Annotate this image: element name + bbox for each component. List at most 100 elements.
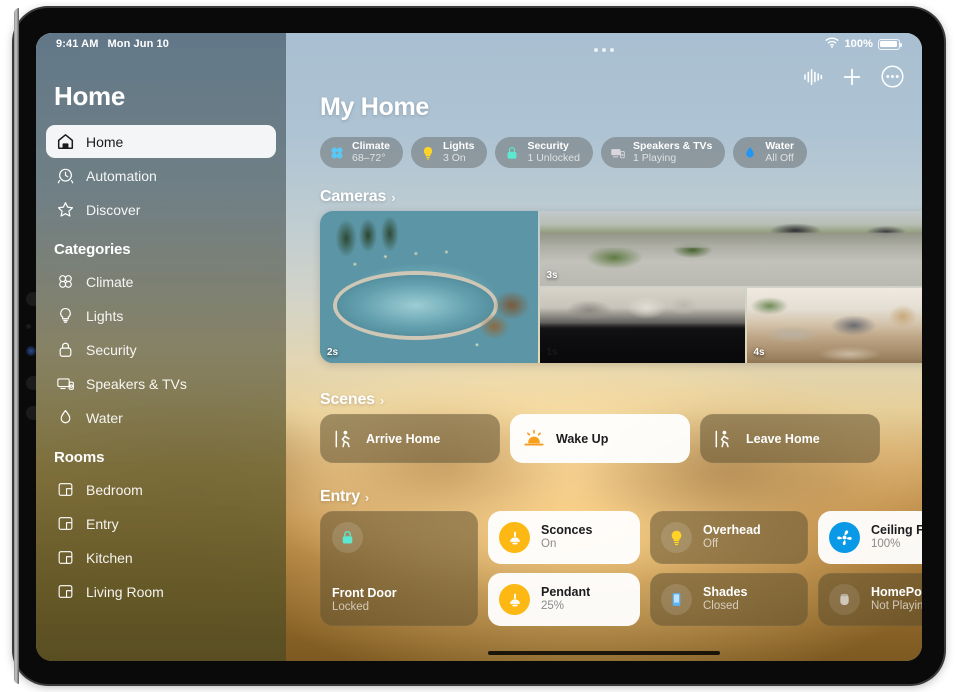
status-date: Mon Jun 10 [107, 38, 169, 50]
lock-icon [504, 145, 520, 161]
clock-badge-icon [55, 166, 75, 186]
sidebar-item-automation[interactable]: Automation [46, 159, 276, 192]
room-icon [55, 514, 75, 534]
room-section-header[interactable]: Entry › [320, 488, 369, 506]
scenes-row: Arrive Home Wake Up Leave Home [320, 414, 880, 463]
scene-leave-home[interactable]: Leave Home [700, 414, 880, 463]
accessory-tile-front-door[interactable]: Front Door Locked [320, 511, 478, 626]
figure-walk-arrive-icon [333, 428, 355, 450]
cameras-section-header[interactable]: Cameras › [320, 188, 396, 206]
status-pill-water[interactable]: Water All Off [733, 137, 808, 168]
scene-arrive-home[interactable]: Arrive Home [320, 414, 500, 463]
camera-timestamp: 3s [546, 270, 558, 282]
sidebar-item-label: Kitchen [86, 549, 133, 566]
accessory-state: Locked [332, 601, 370, 614]
sidebar: Home Home Automation Discover Categories… [36, 33, 286, 661]
accessory-tile-shades[interactable]: Shades Closed [650, 573, 808, 626]
camera-timestamp: 4s [753, 347, 765, 358]
scenes-header-label: Scenes [320, 391, 375, 408]
fan-icon [829, 522, 860, 553]
lightbulb-icon [55, 306, 75, 326]
sidebar-item-label: Discover [86, 201, 141, 218]
scene-label: Arrive Home [366, 431, 441, 446]
scene-wake-up[interactable]: Wake Up [510, 414, 690, 463]
sidebar-item-home[interactable]: Home [46, 125, 276, 158]
accessory-name: Sconces [541, 523, 593, 538]
accessory-tile-pendant[interactable]: Pendant 25% [488, 573, 640, 626]
sidebar-item-climate[interactable]: Climate [46, 265, 276, 298]
sidebar-item-entry[interactable]: Entry [46, 507, 276, 540]
accessories-grid: Front Door Locked Sconces On Overhead Of… [320, 511, 922, 626]
sidebar-item-lights[interactable]: Lights [46, 299, 276, 332]
status-pill-name: Climate [352, 140, 390, 153]
sidebar-item-label: Climate [86, 273, 134, 290]
sidebar-item-label: Lights [86, 307, 124, 324]
sidebar-categories-header: Categories [54, 241, 131, 258]
add-icon[interactable] [842, 67, 862, 87]
camera-tile-living-room[interactable]: 4s [746, 287, 922, 363]
star-icon [55, 200, 75, 220]
camera-tile-pool[interactable]: 2s [320, 211, 538, 363]
sconce-lamp-icon [499, 522, 530, 553]
status-pill-value: 68–72° [352, 151, 386, 164]
accessory-name: Front Door [332, 586, 397, 601]
audio-waveform-icon[interactable] [803, 68, 823, 86]
accessory-state: 100% [871, 538, 901, 551]
accessory-tile-overhead[interactable]: Overhead Off [650, 511, 808, 564]
accessory-tile-sconces[interactable]: Sconces On [488, 511, 640, 564]
sidebar-item-kitchen[interactable]: Kitchen [46, 541, 276, 574]
accessory-state: On [541, 538, 557, 551]
accessory-tile-ceiling-fan[interactable]: Ceiling Fan 100% [818, 511, 922, 564]
sidebar-item-label: Security [86, 341, 137, 358]
scenes-section-header[interactable]: Scenes › [320, 391, 384, 409]
camera-timestamp: 1s [546, 347, 558, 358]
accessory-name: HomePod [871, 585, 922, 600]
device-bezel-edge [14, 8, 19, 684]
device-frame: 9:41 AM Mon Jun 10 100% Home Home Automa… [14, 8, 944, 684]
status-pill-speakers-tvs[interactable]: Speakers & TVs 1 Playing [600, 137, 726, 168]
lightbulb-icon [661, 522, 692, 553]
status-pill-value: All Off [765, 151, 794, 164]
page-title: My Home [320, 93, 430, 121]
camera-tile-driveway[interactable]: 3s [539, 211, 922, 287]
screen: 9:41 AM Mon Jun 10 100% Home Home Automa… [36, 33, 922, 661]
figure-walk-leave-icon [713, 428, 735, 450]
status-pill-lights[interactable]: Lights 3 On [410, 137, 488, 168]
chevron-right-icon: › [379, 392, 384, 408]
room-header-label: Entry [320, 488, 360, 505]
status-pill-security[interactable]: Security 1 Unlocked [495, 137, 593, 168]
status-bar-right: 100% [825, 37, 922, 51]
status-pill-climate[interactable]: Climate 68–72° [320, 137, 403, 168]
accessory-name: Overhead [703, 523, 761, 538]
status-pill-name: Speakers & TVs [632, 140, 713, 153]
chevron-right-icon: › [364, 489, 370, 505]
accessory-state: Off [703, 538, 719, 551]
status-pill-value: 1 Unlocked [527, 151, 580, 164]
status-pill-name: Water [765, 140, 795, 153]
sidebar-item-speakers-tvs[interactable]: Speakers & TVs [46, 367, 276, 400]
accessory-state: 25% [541, 600, 565, 613]
room-icon [55, 548, 75, 568]
accessory-tile-homepod[interactable]: HomePod Not Playing [818, 573, 922, 626]
sidebar-item-label: Home [86, 133, 124, 150]
wifi-icon [825, 37, 839, 51]
sidebar-item-discover[interactable]: Discover [46, 193, 276, 226]
scene-label: Wake Up [556, 431, 609, 446]
chevron-right-icon: › [391, 189, 396, 205]
blinds-icon [661, 584, 692, 615]
status-pill-name: Security [527, 140, 569, 153]
status-bar-left: 9:41 AM Mon Jun 10 [36, 38, 169, 50]
more-options-icon[interactable] [881, 65, 904, 88]
sidebar-item-security[interactable]: Security [46, 333, 276, 366]
sidebar-item-living-room[interactable]: Living Room [46, 575, 276, 608]
accessory-name: Pendant [541, 585, 591, 600]
home-indicator[interactable] [488, 650, 720, 655]
accessory-name: Shades [703, 585, 748, 600]
camera-tile-garage[interactable]: 1s [539, 287, 745, 363]
sidebar-item-water[interactable]: Water [46, 401, 276, 434]
sidebar-item-bedroom[interactable]: Bedroom [46, 473, 276, 506]
accessory-state: Closed [703, 600, 739, 613]
status-pill-name: Lights [442, 140, 475, 153]
scene-label: Leave Home [746, 431, 820, 446]
tv-speaker-icon [55, 374, 75, 394]
